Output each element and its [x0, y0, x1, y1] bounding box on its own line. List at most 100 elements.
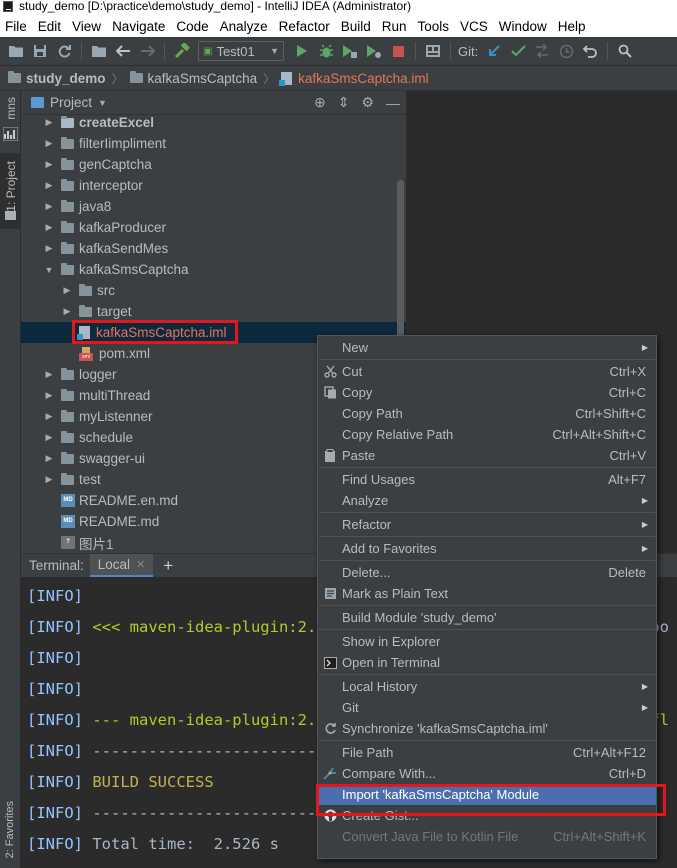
- maven-tab-label[interactable]: mns: [4, 97, 18, 120]
- build-hammer-icon[interactable]: [172, 41, 192, 61]
- collapse-arrow-icon[interactable]: ▼: [43, 265, 55, 275]
- back-arrow-icon[interactable]: [113, 41, 133, 61]
- context-menu-item-analyze[interactable]: Analyze ▶: [318, 490, 656, 511]
- context-menu-item-copy[interactable]: Copy Ctrl+C: [318, 382, 656, 403]
- context-menu-item-add-to-favorites[interactable]: Add to Favorites ▶: [318, 538, 656, 559]
- project-tree-item[interactable]: ▶ genCaptcha: [21, 154, 406, 175]
- structure-icon[interactable]: [2, 126, 19, 142]
- run-icon[interactable]: [292, 41, 312, 61]
- context-menu-item-compare-with[interactable]: Compare With... Ctrl+D: [318, 763, 656, 784]
- context-menu-item-local-history[interactable]: Local History ▶: [318, 676, 656, 697]
- expand-arrow-icon[interactable]: ▶: [43, 432, 55, 443]
- breadcrumb-item-file[interactable]: kafkaSmsCaptcha.iml: [279, 71, 429, 86]
- stop-icon[interactable]: [388, 41, 408, 61]
- project-tree-item[interactable]: ▶ java8: [21, 196, 406, 217]
- menu-code[interactable]: Code: [171, 19, 214, 34]
- collapse-all-icon[interactable]: ⇕: [338, 94, 350, 111]
- context-menu-item-build-module-study-demo[interactable]: Build Module 'study_demo': [318, 607, 656, 628]
- project-view-selector[interactable]: Project: [50, 95, 92, 110]
- run-coverage-icon[interactable]: [340, 41, 360, 61]
- expand-arrow-icon[interactable]: ▶: [61, 306, 73, 317]
- context-menu-item-open-in-terminal[interactable]: Open in Terminal: [318, 652, 656, 673]
- breadcrumb-item-module[interactable]: kafkaSmsCaptcha: [129, 71, 257, 86]
- open-folder-icon[interactable]: [6, 41, 26, 61]
- project-tree-item[interactable]: ▶ filterIimpliment: [21, 133, 406, 154]
- expand-arrow-icon[interactable]: ▶: [43, 201, 55, 212]
- menu-build[interactable]: Build: [336, 19, 377, 34]
- close-icon[interactable]: ✕: [136, 558, 145, 571]
- forward-arrow-icon[interactable]: [137, 41, 157, 61]
- menu-vcs[interactable]: VCS: [455, 19, 494, 34]
- gear-icon[interactable]: ⚙: [361, 94, 374, 111]
- expand-arrow-icon[interactable]: ▶: [43, 369, 55, 380]
- menu-edit[interactable]: Edit: [33, 19, 67, 34]
- project-tree-item-label: java8: [79, 199, 112, 214]
- rollback-icon[interactable]: [580, 41, 600, 61]
- project-tree-item[interactable]: ▶ interceptor: [21, 175, 406, 196]
- sync-icon[interactable]: [54, 41, 74, 61]
- menu-window[interactable]: Window: [494, 19, 553, 34]
- context-menu-item-synchronize-kafkasmscaptcha-iml[interactable]: Synchronize 'kafkaSmsCaptcha.iml': [318, 718, 656, 739]
- expand-arrow-icon[interactable]: ▶: [43, 138, 55, 149]
- save-icon[interactable]: [30, 41, 50, 61]
- menu-refactor[interactable]: Refactor: [274, 19, 336, 34]
- expand-arrow-icon[interactable]: ▶: [43, 117, 55, 128]
- context-menu-item-copy-path[interactable]: Copy Path Ctrl+Shift+C: [318, 403, 656, 424]
- context-menu-item-copy-relative-path[interactable]: Copy Relative Path Ctrl+Alt+Shift+C: [318, 424, 656, 445]
- context-menu-item-file-path[interactable]: File Path Ctrl+Alt+F12: [318, 742, 656, 763]
- expand-arrow-icon[interactable]: ▶: [43, 390, 55, 401]
- git-compare-icon[interactable]: [532, 41, 552, 61]
- menu-tools[interactable]: Tools: [413, 19, 456, 34]
- favorites-tool-tab[interactable]: 2: Favorites: [0, 795, 21, 868]
- context-menu-item-git[interactable]: Git ▶: [318, 697, 656, 718]
- menu-analyze[interactable]: Analyze: [215, 19, 274, 34]
- expand-arrow-icon[interactable]: ▶: [43, 453, 55, 464]
- sdk-icon[interactable]: [423, 41, 443, 61]
- expand-arrow-icon[interactable]: ▶: [43, 180, 55, 191]
- hide-panel-icon[interactable]: —: [386, 95, 400, 111]
- menu-navigate[interactable]: Navigate: [107, 19, 171, 34]
- context-menu-item-import-kafkasmscaptcha-module[interactable]: Import 'kafkaSmsCaptcha' Module: [318, 784, 656, 805]
- expand-arrow-icon[interactable]: ▶: [43, 411, 55, 422]
- context-menu-item-paste[interactable]: Paste Ctrl+V: [318, 445, 656, 466]
- expand-arrow-icon[interactable]: ▶: [61, 285, 73, 296]
- project-tree-item[interactable]: ▶ createExcel: [21, 112, 406, 133]
- menu-file[interactable]: File: [0, 19, 33, 34]
- profile-icon[interactable]: [364, 41, 384, 61]
- context-menu-item-refactor[interactable]: Refactor ▶: [318, 514, 656, 535]
- context-menu-item-mark-as-plain-text[interactable]: Mark as Plain Text: [318, 583, 656, 604]
- expand-arrow-icon[interactable]: ▶: [43, 222, 55, 233]
- breadcrumb-item-project[interactable]: study_demo: [8, 71, 106, 86]
- new-terminal-plus-icon[interactable]: +: [163, 556, 173, 576]
- context-menu-item-find-usages[interactable]: Find Usages Alt+F7: [318, 469, 656, 490]
- context-menu-item-create-gist[interactable]: Create Gist...: [318, 805, 656, 826]
- menu-view[interactable]: View: [67, 19, 107, 34]
- search-icon[interactable]: [615, 41, 635, 61]
- project-structure-icon[interactable]: [89, 41, 109, 61]
- expand-arrow-icon[interactable]: ▶: [43, 159, 55, 170]
- locate-file-icon[interactable]: ⊕: [314, 94, 326, 111]
- project-tree-item[interactable]: ▼ kafkaSmsCaptcha: [21, 259, 406, 280]
- menu-help[interactable]: Help: [553, 19, 592, 34]
- chevron-down-icon[interactable]: ▼: [98, 98, 107, 108]
- project-tree-item[interactable]: ▶ target: [21, 301, 406, 322]
- log-level: [INFO]: [27, 773, 83, 791]
- history-clock-icon[interactable]: [556, 41, 576, 61]
- project-tree-item[interactable]: ▶ src: [21, 280, 406, 301]
- debug-icon[interactable]: [316, 41, 336, 61]
- menu-run[interactable]: Run: [377, 19, 413, 34]
- expand-arrow-icon[interactable]: ▶: [43, 474, 55, 485]
- project-tree-scrollbar[interactable]: [397, 180, 404, 340]
- git-commit-check-icon[interactable]: [508, 41, 528, 61]
- context-menu-item-delete[interactable]: Delete... Delete: [318, 562, 656, 583]
- expand-arrow-icon[interactable]: ▶: [43, 243, 55, 254]
- run-configuration-select[interactable]: ▣ Test01 ▼: [198, 41, 284, 61]
- terminal-tab-local[interactable]: Local ✕: [89, 553, 154, 578]
- project-tree-item[interactable]: ▶ kafkaProducer: [21, 217, 406, 238]
- project-tool-tab[interactable]: 1: Project: [0, 153, 21, 229]
- context-menu-item-show-in-explorer[interactable]: Show in Explorer: [318, 631, 656, 652]
- context-menu-item-new[interactable]: New ▶: [318, 337, 656, 358]
- git-update-icon[interactable]: [484, 41, 504, 61]
- project-tree-item[interactable]: ▶ kafkaSendMes: [21, 238, 406, 259]
- context-menu-item-cut[interactable]: Cut Ctrl+X: [318, 361, 656, 382]
